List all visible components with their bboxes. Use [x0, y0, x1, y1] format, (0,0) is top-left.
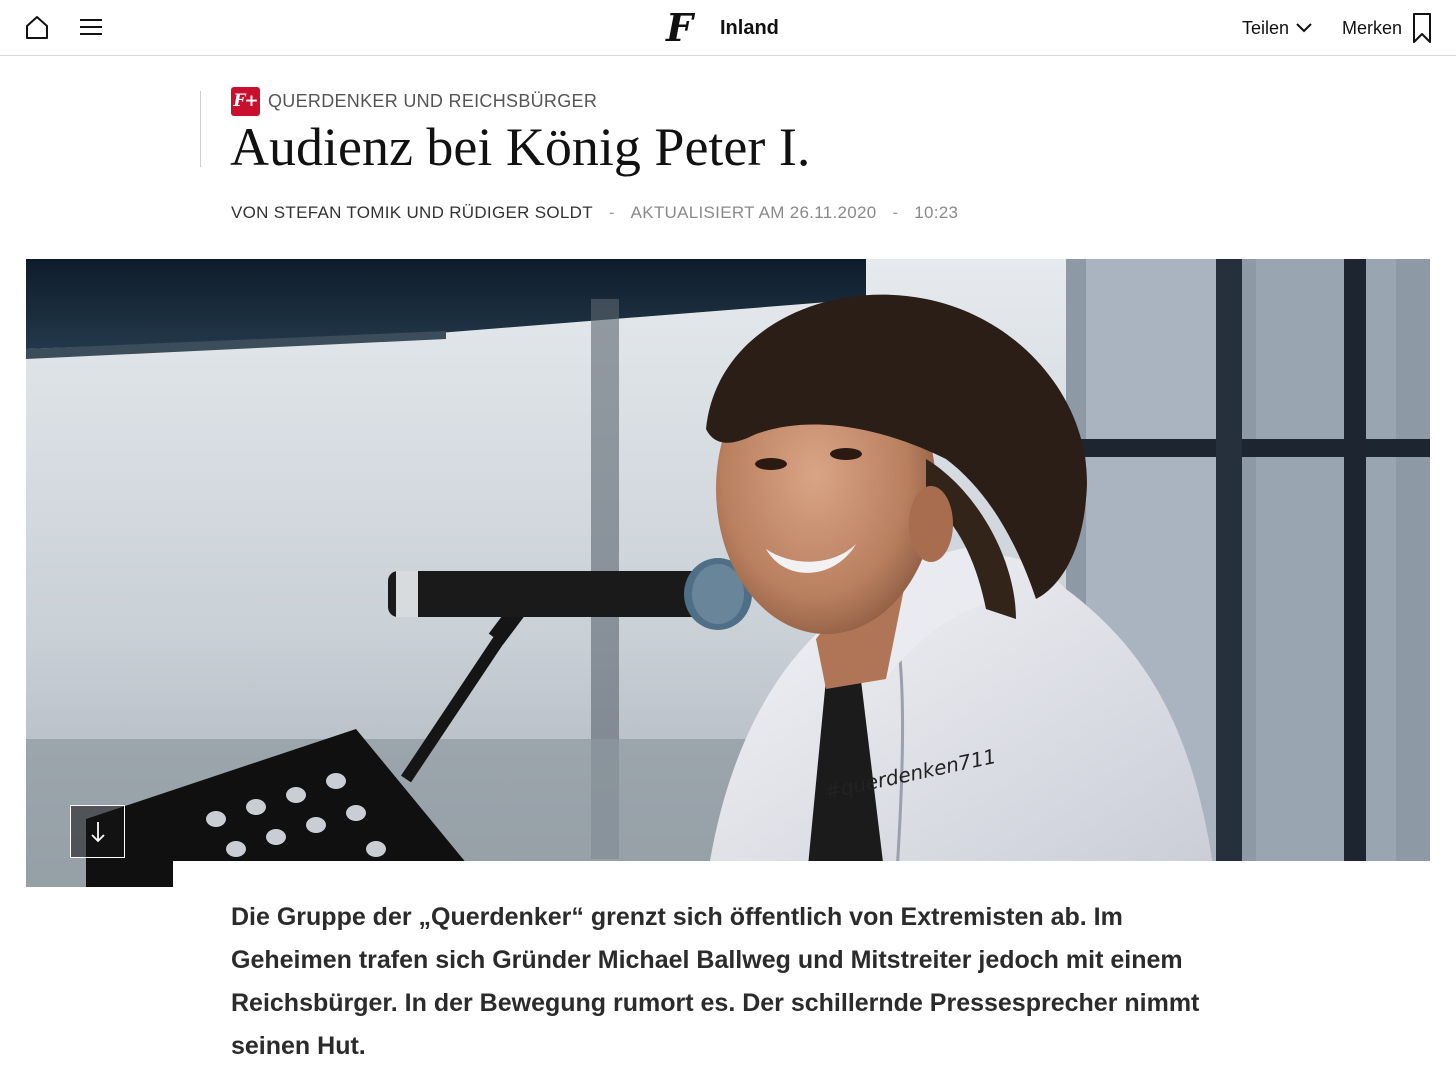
author-names[interactable]: VON STEFAN TOMIK UND RÜDIGER SOLDT: [231, 203, 593, 223]
byline-separator: -: [608, 203, 615, 222]
bookmark-button[interactable]: Merken: [1342, 10, 1432, 46]
premium-badge: F+: [231, 86, 260, 116]
scroll-down-button[interactable]: [70, 805, 125, 858]
hero-photo: #querdenken711: [26, 259, 1430, 887]
home-button[interactable]: [22, 12, 52, 42]
article-lead: Die Gruppe der „Querdenker“ grenzt sich …: [231, 903, 1200, 1060]
home-icon: [26, 16, 48, 39]
top-navigation-bar: F Inland Teilen Merken: [0, 0, 1456, 56]
byline: VON STEFAN TOMIK UND RÜDIGER SOLDT - AKT…: [231, 202, 958, 224]
share-button[interactable]: Teilen: [1242, 14, 1313, 42]
chevron-down-icon: [1296, 23, 1312, 33]
kicker-text: QUERDENKER UND REICHSBÜRGER: [268, 90, 598, 111]
menu-button[interactable]: [76, 12, 106, 42]
updated-time: 10:23: [914, 203, 959, 222]
arrow-down-icon: [90, 821, 105, 842]
updated-date: AKTUALISIERT AM 26.11.2020: [630, 203, 877, 222]
hero-corner-cutout: [173, 861, 1430, 887]
bookmark-label: Merken: [1342, 17, 1403, 38]
brand: F Inland: [666, 6, 779, 50]
hamburger-menu-icon: [80, 19, 102, 35]
share-label: Teilen: [1242, 17, 1290, 38]
header-divider: [200, 91, 201, 167]
bookmark-icon: [1413, 13, 1432, 43]
article-headline: Audienz bei König Peter I.: [230, 117, 811, 177]
hero-image[interactable]: #querdenken711: [26, 259, 1430, 887]
faz-logo[interactable]: F: [666, 9, 700, 47]
section-title[interactable]: Inland: [720, 17, 779, 40]
kicker: F+ QUERDENKER UND REICHSBÜRGER: [231, 86, 597, 116]
byline-separator: -: [892, 203, 899, 222]
